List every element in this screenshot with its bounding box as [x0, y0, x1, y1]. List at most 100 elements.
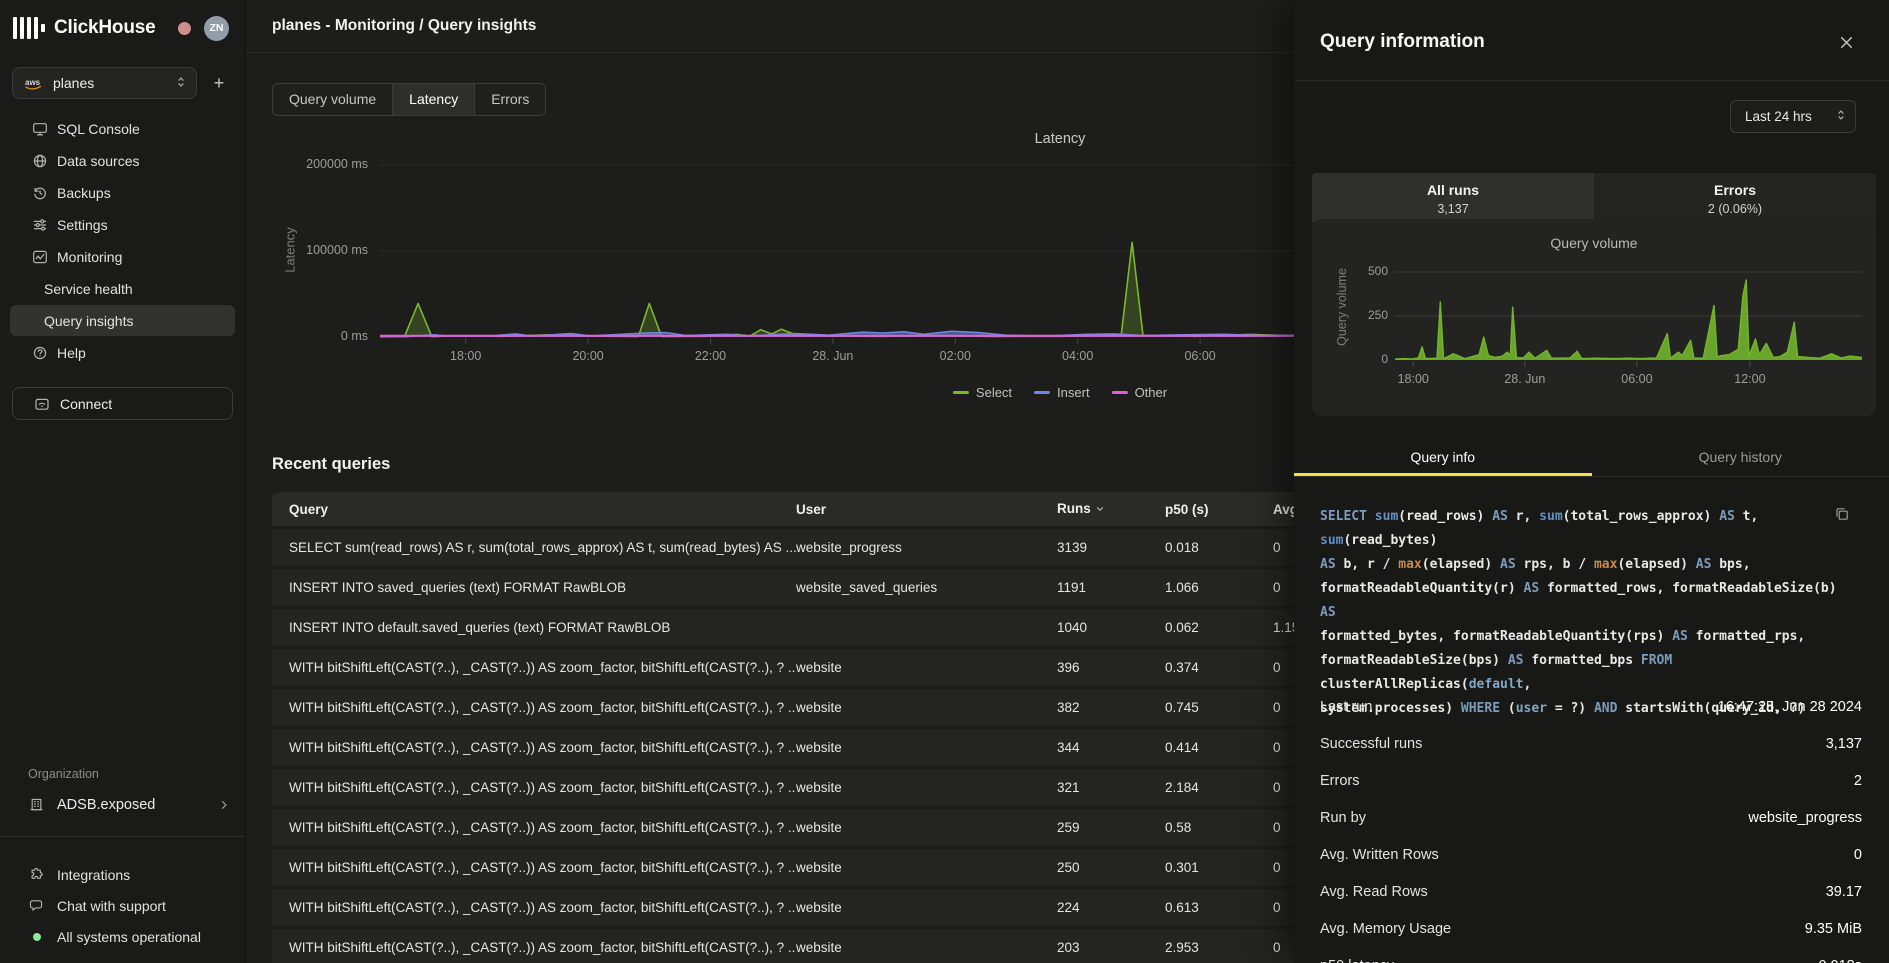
cell-user: website — [796, 860, 1057, 875]
add-service-button[interactable]: + — [205, 73, 233, 94]
sidebar-item-integrations[interactable]: Integrations — [0, 859, 245, 890]
sidebar-item-settings[interactable]: Settings — [10, 209, 235, 240]
tab-errors[interactable]: Errors — [475, 84, 545, 115]
cell-query: WITH bitShiftLeft(CAST(?..), _CAST(?..))… — [272, 700, 796, 715]
table-row[interactable]: WITH bitShiftLeft(CAST(?..), _CAST(?..))… — [272, 649, 1392, 686]
cell-p50: 0.018 — [1165, 540, 1273, 555]
sidebar-item-service-health[interactable]: Service health — [10, 273, 235, 304]
legend-swatch — [1112, 391, 1128, 394]
y-tick-label: 500 — [1330, 264, 1388, 278]
aws-icon: aws — [24, 77, 44, 90]
settings-sliders-icon — [32, 217, 48, 233]
sql-console-icon — [32, 121, 48, 137]
x-tick-label: 28. Jun — [798, 349, 868, 363]
column-header-query[interactable]: Query — [272, 502, 796, 517]
column-header-user[interactable]: User — [796, 502, 1057, 517]
column-header-p50-s-[interactable]: p50 (s) — [1165, 502, 1273, 517]
sidebar-item-label: Backups — [57, 185, 111, 201]
status-dot-icon — [29, 929, 44, 944]
sidebar-divider — [0, 836, 245, 837]
sidebar-item-backups[interactable]: Backups — [10, 177, 235, 208]
segment-all-runs[interactable]: All runs 3,137 — [1312, 173, 1594, 224]
table-row[interactable]: WITH bitShiftLeft(CAST(?..), _CAST(?..))… — [272, 689, 1392, 726]
sidebar-item-sql-console[interactable]: SQL Console — [10, 113, 235, 144]
legend-item-insert[interactable]: Insert — [1034, 385, 1090, 400]
chart-title: Latency — [1035, 131, 1086, 147]
notification-dot-icon[interactable] — [178, 22, 191, 35]
footer-item-label: Integrations — [57, 867, 130, 883]
cell-query: WITH bitShiftLeft(CAST(?..), _CAST(?..))… — [272, 820, 796, 835]
y-tick-label: 0 ms — [246, 329, 368, 343]
cell-user: website — [796, 740, 1057, 755]
legend-item-other[interactable]: Other — [1112, 385, 1168, 400]
stat-label: Run by — [1320, 810, 1366, 826]
service-selector[interactable]: aws planes — [12, 67, 197, 99]
chevron-updown-icon — [1836, 107, 1846, 126]
table-row[interactable]: WITH bitShiftLeft(CAST(?..), _CAST(?..))… — [272, 889, 1392, 926]
cell-p50: 0.062 — [1165, 620, 1273, 635]
sidebar: ClickHouse ZN aws planes + SQL Console — [0, 0, 246, 963]
tab-latency[interactable]: Latency — [393, 84, 475, 115]
cell-runs: 344 — [1057, 740, 1165, 755]
stat-row: Avg. Written Rows0 — [1320, 836, 1862, 873]
table-row[interactable]: WITH bitShiftLeft(CAST(?..), _CAST(?..))… — [272, 809, 1392, 846]
avatar[interactable]: ZN — [204, 16, 229, 41]
organization-item[interactable]: ADSB.exposed — [0, 789, 245, 820]
service-name: planes — [53, 75, 94, 91]
close-icon[interactable] — [1838, 34, 1855, 51]
query-volume-card: Query volume Query volume 025050018:0028… — [1312, 219, 1876, 416]
sidebar-item-chat-support[interactable]: Chat with support — [0, 890, 245, 921]
table-row[interactable]: INSERT INTO default.saved_queries (text)… — [272, 609, 1392, 646]
stat-row: p50 latency0.018s — [1320, 947, 1862, 963]
table-row[interactable]: WITH bitShiftLeft(CAST(?..), _CAST(?..))… — [272, 729, 1392, 766]
tab-query-info[interactable]: Query info — [1294, 440, 1592, 476]
sidebar-item-label: Help — [57, 345, 86, 361]
segment-label: Errors — [1594, 182, 1876, 198]
table-row[interactable]: SELECT sum(read_rows) AS r, sum(total_ro… — [272, 529, 1392, 566]
brand-name: ClickHouse — [54, 17, 155, 39]
cell-query: WITH bitShiftLeft(CAST(?..), _CAST(?..))… — [272, 900, 796, 915]
stat-value: 39.17 — [1826, 884, 1862, 900]
table-row[interactable]: INSERT INTO saved_queries (text) FORMAT … — [272, 569, 1392, 606]
x-tick-label: 04:00 — [1043, 349, 1113, 363]
sql-line: SELECT sum(read_rows) AS r, sum(total_ro… — [1320, 505, 1848, 553]
stat-value: 3,137 — [1826, 736, 1862, 752]
panel-divider — [1294, 80, 1889, 81]
time-range-select[interactable]: Last 24 hrs — [1730, 100, 1856, 133]
table-row[interactable]: WITH bitShiftLeft(CAST(?..), _CAST(?..))… — [272, 929, 1392, 963]
column-header-runs[interactable]: Runs — [1057, 501, 1165, 517]
sidebar-nav: SQL Console Data sources Backups Setting… — [0, 113, 245, 369]
backups-icon — [32, 185, 48, 201]
sql-line: AS b, r / max(elapsed) AS rps, b / max(e… — [1320, 553, 1848, 577]
segment-value: 2 (0.06%) — [1594, 202, 1876, 216]
cell-user: website_progress — [796, 540, 1057, 555]
tab-query-history[interactable]: Query history — [1592, 440, 1889, 476]
chart-tabs: Query volume Latency Errors — [272, 83, 546, 116]
cell-query: INSERT INTO saved_queries (text) FORMAT … — [272, 580, 796, 595]
cell-p50: 0.414 — [1165, 740, 1273, 755]
connect-button[interactable]: Connect — [12, 387, 233, 420]
cell-runs: 396 — [1057, 660, 1165, 675]
query-volume-plot — [1395, 264, 1862, 374]
sidebar-item-label: SQL Console — [57, 121, 140, 137]
tab-query-volume[interactable]: Query volume — [273, 84, 393, 115]
cell-user: website — [796, 820, 1057, 835]
sidebar-item-help[interactable]: Help — [10, 337, 235, 368]
cell-runs: 259 — [1057, 820, 1165, 835]
sidebar-item-monitoring[interactable]: Monitoring — [10, 241, 235, 272]
sidebar-item-system-status[interactable]: All systems operational — [0, 921, 245, 952]
table-row[interactable]: WITH bitShiftLeft(CAST(?..), _CAST(?..))… — [272, 849, 1392, 886]
sidebar-item-data-sources[interactable]: Data sources — [10, 145, 235, 176]
segment-errors[interactable]: Errors 2 (0.06%) — [1594, 173, 1876, 224]
stat-label: Last run — [1320, 699, 1372, 715]
cell-runs: 1191 — [1057, 580, 1165, 595]
cell-user: website_saved_queries — [796, 580, 1057, 595]
table-row[interactable]: WITH bitShiftLeft(CAST(?..), _CAST(?..))… — [272, 769, 1392, 806]
x-tick-label: 06:00 — [1607, 372, 1667, 386]
y-tick-label: 200000 ms — [246, 157, 368, 171]
legend-item-select[interactable]: Select — [953, 385, 1012, 400]
copy-icon[interactable] — [1834, 506, 1850, 522]
cell-p50: 0.58 — [1165, 820, 1273, 835]
y-axis-label: Query volume — [1335, 268, 1349, 346]
sidebar-item-query-insights[interactable]: Query insights — [10, 305, 235, 336]
